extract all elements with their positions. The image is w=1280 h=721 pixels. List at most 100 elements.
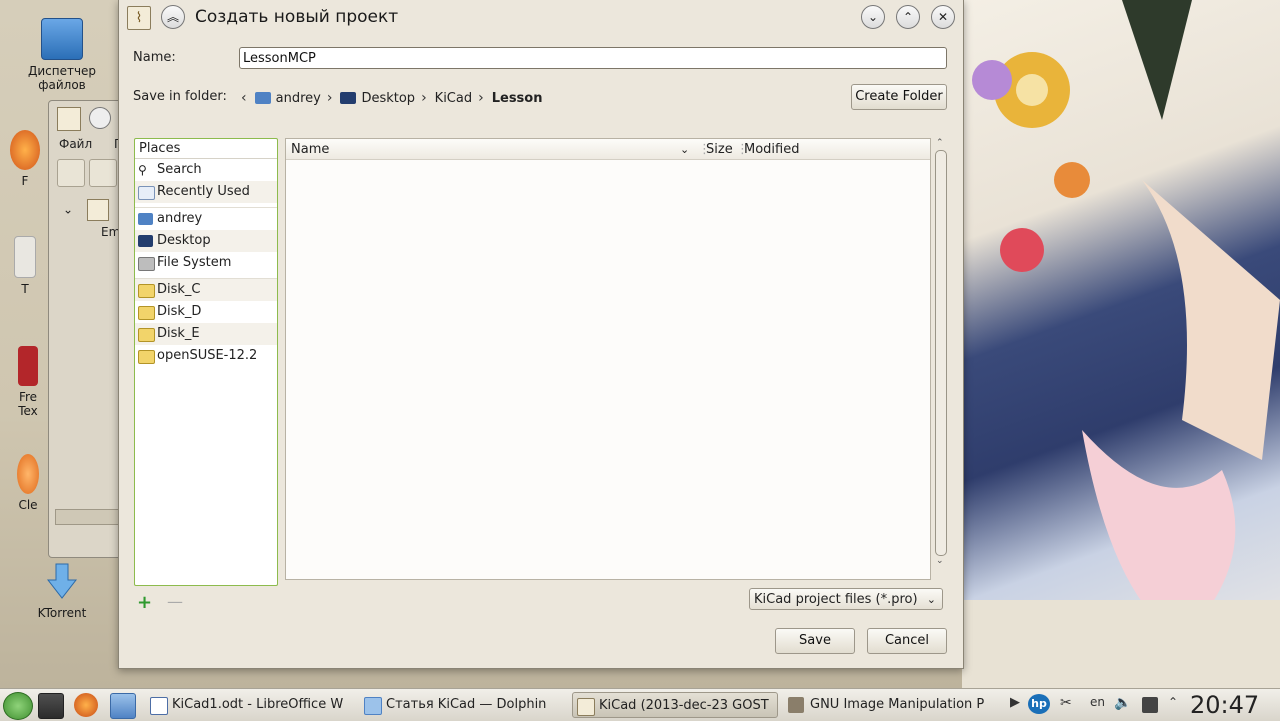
desktop-icon-file-manager[interactable]: Диспетчер файлов bbox=[22, 18, 102, 92]
desktop-icon-label: F bbox=[21, 174, 29, 188]
task-dolphin[interactable]: Статья KiCad — Dolphin bbox=[360, 692, 568, 718]
folder-icon bbox=[138, 284, 155, 298]
breadcrumb-separator-icon: › bbox=[326, 90, 333, 106]
application-launcher-icon[interactable] bbox=[3, 692, 33, 720]
folder-icon bbox=[138, 306, 155, 320]
cleaner-icon bbox=[17, 454, 39, 494]
menu-file[interactable]: Файл bbox=[59, 137, 92, 151]
breadcrumb-separator-icon: › bbox=[421, 90, 427, 106]
play-icon[interactable]: ▶ bbox=[1010, 695, 1020, 710]
task-libreoffice[interactable]: KiCad1.odt - LibreOffice W bbox=[146, 692, 354, 718]
places-header[interactable]: Places bbox=[135, 139, 277, 159]
bg-window-tree: ⌄ Em bbox=[63, 199, 120, 239]
place-label: andrey bbox=[157, 211, 203, 226]
document-icon bbox=[14, 236, 36, 278]
recent-clock-icon bbox=[138, 186, 155, 200]
places-sidebar: Places ⚲ Search Recently Used andrey Des… bbox=[134, 138, 278, 586]
place-disk-c[interactable]: Disk_C bbox=[135, 279, 277, 301]
keyboard-layout-indicator[interactable]: en bbox=[1090, 695, 1105, 709]
close-icon[interactable]: ✕ bbox=[931, 5, 955, 29]
desktop-icon-firefox[interactable]: F bbox=[0, 130, 50, 188]
breadcrumb-label: Lesson bbox=[491, 90, 543, 106]
kicad-app-icon: ⌇ bbox=[127, 6, 151, 30]
breadcrumb: ‹ andrey › Desktop › KiCad › Lesson bbox=[241, 88, 548, 108]
place-desktop[interactable]: Desktop bbox=[135, 230, 277, 252]
breadcrumb-separator-icon: › bbox=[478, 90, 484, 106]
battery-icon[interactable] bbox=[1142, 697, 1158, 713]
wallpaper-art bbox=[962, 0, 1280, 688]
scrollbar-thumb[interactable] bbox=[935, 150, 947, 556]
place-recently-used[interactable]: Recently Used bbox=[135, 181, 277, 203]
folder-icon bbox=[138, 350, 155, 364]
terminal-icon[interactable] bbox=[38, 693, 64, 719]
bg-window-menubar: Файл П bbox=[59, 137, 123, 151]
breadcrumb-item-desktop[interactable]: Desktop bbox=[340, 91, 415, 106]
toolbar-star-button-2[interactable] bbox=[89, 159, 117, 187]
scissors-icon[interactable]: ✂ bbox=[1060, 695, 1072, 711]
place-label: Disk_C bbox=[157, 282, 201, 297]
scroll-down-icon[interactable]: ⌄ bbox=[936, 556, 944, 566]
place-search[interactable]: ⚲ Search bbox=[135, 159, 277, 181]
breadcrumb-back-chevron-icon[interactable]: ‹ bbox=[241, 90, 247, 106]
place-disk-e[interactable]: Disk_E bbox=[135, 323, 277, 345]
project-name-input[interactable] bbox=[239, 47, 947, 69]
kicad-app-icon bbox=[57, 107, 81, 131]
taskbar: KiCad1.odt - LibreOffice W Статья KiCad … bbox=[0, 688, 1280, 721]
file-list-header: Name ⌄ ⋮ Size ⋮ Modified bbox=[286, 139, 930, 160]
maximize-chevron-up-icon[interactable]: ⌃ bbox=[896, 5, 920, 29]
task-label: KiCad1.odt - LibreOffice W bbox=[172, 697, 344, 712]
column-name[interactable]: Name bbox=[291, 142, 329, 157]
minimize-chevron-down-icon[interactable]: ⌄ bbox=[861, 5, 885, 29]
place-label: File System bbox=[157, 255, 232, 270]
cancel-button[interactable]: Cancel bbox=[867, 628, 947, 654]
desktop-icon-label: T bbox=[21, 282, 29, 296]
desktop-icon-ktorrent[interactable]: KTorrent bbox=[22, 562, 102, 620]
dialog-titlebar[interactable]: ⌇ ︽ Создать новый проект ⌄ ⌃ ✕ bbox=[119, 0, 963, 34]
breadcrumb-item-andrey[interactable]: andrey bbox=[254, 90, 321, 106]
scroll-up-icon[interactable]: ⌃ bbox=[936, 138, 944, 148]
home-folder-icon bbox=[138, 213, 153, 225]
volume-icon[interactable]: 🔈 bbox=[1114, 695, 1131, 711]
download-arrow-icon bbox=[42, 562, 82, 602]
breadcrumb-item-lesson[interactable]: Lesson bbox=[492, 91, 543, 106]
sort-chevron-down-icon[interactable]: ⌄ bbox=[680, 143, 689, 156]
add-place-icon[interactable]: + bbox=[137, 592, 152, 613]
desktop-icon-t[interactable]: T bbox=[0, 236, 50, 296]
task-label: KiCad (2013-dec-23 GOST bbox=[599, 698, 769, 713]
kicad-icon bbox=[577, 698, 595, 716]
chevron-down-icon[interactable]: ⌄ bbox=[63, 203, 73, 217]
breadcrumb-label: andrey bbox=[275, 90, 321, 106]
monitor-icon bbox=[41, 18, 83, 60]
shade-button[interactable] bbox=[89, 107, 111, 129]
gimp-icon bbox=[788, 697, 804, 713]
desktop-folder-icon bbox=[340, 92, 357, 104]
chevron-down-icon: ⌄ bbox=[926, 593, 936, 606]
hp-logo-icon[interactable]: hp bbox=[1028, 694, 1050, 714]
project-icon bbox=[86, 199, 109, 221]
shade-up-icon[interactable]: ︽ bbox=[161, 5, 185, 29]
task-kicad[interactable]: KiCad (2013-dec-23 GOST bbox=[572, 692, 778, 718]
breadcrumb-item-kicad[interactable]: KiCad bbox=[435, 91, 472, 106]
place-disk-d[interactable]: Disk_D bbox=[135, 301, 277, 323]
create-folder-button[interactable]: Create Folder bbox=[851, 84, 947, 110]
file-type-filter-select[interactable]: KiCad project files (*.pro) ⌄ bbox=[749, 588, 943, 610]
save-button[interactable]: Save bbox=[775, 628, 855, 654]
file-list[interactable]: Name ⌄ ⋮ Size ⋮ Modified bbox=[285, 138, 931, 580]
column-size[interactable]: Size bbox=[706, 142, 733, 157]
task-gimp[interactable]: GNU Image Manipulation P bbox=[784, 692, 998, 718]
breadcrumb-label: Desktop bbox=[361, 90, 416, 106]
file-manager-icon[interactable] bbox=[110, 693, 136, 719]
remove-place-icon[interactable]: — bbox=[167, 592, 183, 611]
tray-expand-icon[interactable]: ⌃ bbox=[1168, 695, 1178, 709]
toolbar-star-button[interactable] bbox=[57, 159, 85, 187]
dolphin-icon bbox=[364, 697, 382, 715]
drive-icon bbox=[138, 257, 155, 271]
place-file-system[interactable]: File System bbox=[135, 252, 277, 274]
clock[interactable]: 20:47 bbox=[1190, 689, 1259, 721]
place-andrey[interactable]: andrey bbox=[135, 208, 277, 230]
file-list-scrollbar[interactable]: ⌃ ⌄ bbox=[935, 138, 947, 578]
firefox-icon[interactable] bbox=[74, 693, 98, 717]
book-icon bbox=[18, 346, 38, 386]
place-opensuse[interactable]: openSUSE-12.2 bbox=[135, 345, 277, 367]
column-modified[interactable]: Modified bbox=[744, 142, 799, 157]
